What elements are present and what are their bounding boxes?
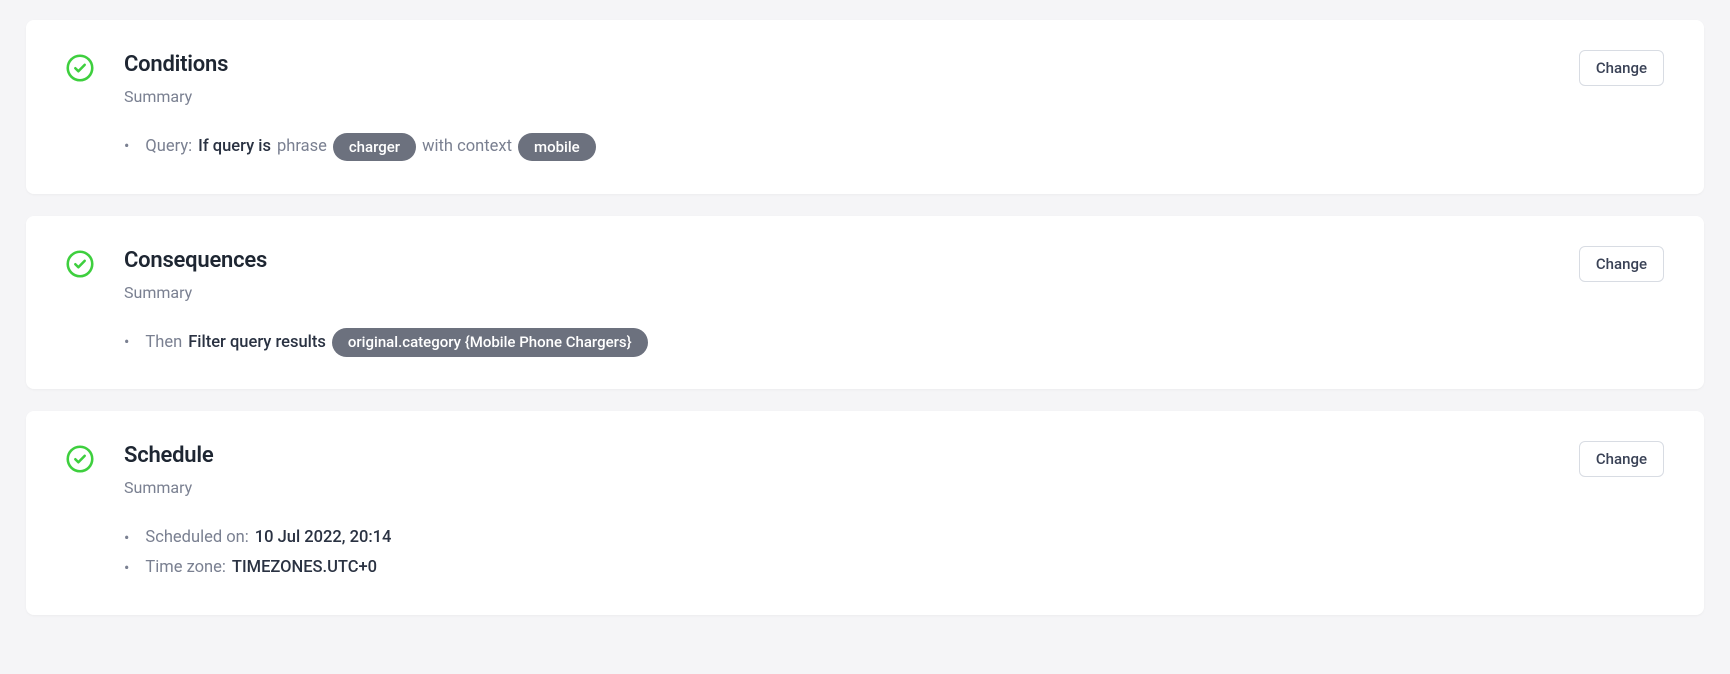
action-text: Filter query results (188, 328, 326, 358)
schedule-body: Schedule Summary Scheduled on: 10 Jul 20… (124, 443, 1664, 582)
timezone-line: Time zone: TIMEZONES.UTC+0 (124, 553, 1664, 583)
conditions-detail-list: Query: If query is phrase charger with c… (124, 132, 1664, 162)
phrase-text: phrase (277, 132, 327, 162)
scheduled-on-value: 10 Jul 2022, 20:14 (255, 523, 392, 553)
pill-mobile: mobile (518, 133, 596, 161)
change-button[interactable]: Change (1579, 50, 1664, 86)
checkmark-circle-icon (66, 54, 94, 82)
with-context-text: with context (422, 132, 512, 162)
conditions-body: Conditions Summary Query: If query is ph… (124, 52, 1664, 162)
consequences-title: Consequences (124, 248, 1664, 273)
then-text: Then (145, 328, 182, 358)
checkmark-circle-icon (66, 250, 94, 278)
if-query-is-text: If query is (198, 132, 271, 162)
schedule-title: Schedule (124, 443, 1664, 468)
change-button[interactable]: Change (1579, 246, 1664, 282)
pill-category-filter: original.category {Mobile Phone Chargers… (332, 328, 648, 356)
summary-label: Summary (124, 478, 1664, 497)
consequences-line: Then Filter query results original.categ… (124, 328, 1664, 358)
conditions-title: Conditions (124, 52, 1664, 77)
timezone-label: Time zone: (145, 553, 226, 583)
timezone-value: TIMEZONES.UTC+0 (232, 553, 377, 583)
pill-charger: charger (333, 133, 416, 161)
consequences-card: Consequences Summary Then Filter query r… (26, 216, 1704, 390)
change-button[interactable]: Change (1579, 441, 1664, 477)
consequences-body: Consequences Summary Then Filter query r… (124, 248, 1664, 358)
scheduled-on-label: Scheduled on: (145, 523, 248, 553)
schedule-detail-list: Scheduled on: 10 Jul 2022, 20:14 Time zo… (124, 523, 1664, 582)
summary-label: Summary (124, 87, 1664, 106)
scheduled-on-line: Scheduled on: 10 Jul 2022, 20:14 (124, 523, 1664, 553)
checkmark-circle-icon (66, 445, 94, 473)
query-label: Query: (145, 132, 192, 162)
conditions-query-line: Query: If query is phrase charger with c… (124, 132, 1664, 162)
consequences-detail-list: Then Filter query results original.categ… (124, 328, 1664, 358)
schedule-card: Schedule Summary Scheduled on: 10 Jul 20… (26, 411, 1704, 614)
summary-label: Summary (124, 283, 1664, 302)
conditions-card: Conditions Summary Query: If query is ph… (26, 20, 1704, 194)
